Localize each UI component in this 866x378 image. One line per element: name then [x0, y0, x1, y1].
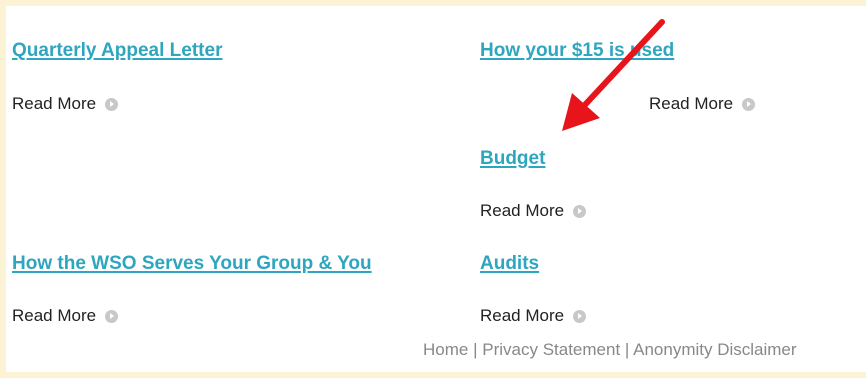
content-panel: Quarterly Appeal Letter Read More How yo… [6, 6, 866, 372]
arrow-right-circle-icon [105, 309, 119, 323]
read-more-quarterly-appeal-letter[interactable]: Read More [12, 94, 119, 114]
read-more-budget[interactable]: Read More [480, 201, 587, 221]
read-more-label: Read More [12, 94, 97, 113]
arrow-right-circle-icon [573, 309, 587, 323]
footer-home-link[interactable]: Home [423, 340, 468, 359]
how-the-wso-serves-link[interactable]: How the WSO Serves Your Group & You [12, 253, 372, 275]
quarterly-appeal-letter-link[interactable]: Quarterly Appeal Letter [12, 40, 222, 62]
budget-link[interactable]: Budget [480, 148, 545, 170]
arrow-right-circle-icon [742, 97, 756, 111]
footer-privacy-link[interactable]: Privacy Statement [482, 340, 620, 359]
read-more-how-your-15-is-used[interactable]: Read More [649, 94, 756, 114]
read-more-label: Read More [480, 201, 565, 220]
read-more-label: Read More [649, 94, 734, 113]
read-more-how-the-wso-serves[interactable]: Read More [12, 306, 119, 326]
read-more-label: Read More [480, 306, 565, 325]
arrow-right-circle-icon [105, 97, 119, 111]
footer-anonymity-link[interactable]: Anonymity Disclaimer [633, 340, 796, 359]
footer-links: Home | Privacy Statement | Anonymity Dis… [423, 340, 797, 360]
audits-link[interactable]: Audits [480, 253, 539, 275]
footer-separator: | [620, 340, 634, 359]
read-more-audits[interactable]: Read More [480, 306, 587, 326]
read-more-label: Read More [12, 306, 97, 325]
footer-separator: | [468, 340, 483, 359]
how-your-15-is-used-link[interactable]: How your $15 is used [480, 40, 674, 62]
arrow-right-circle-icon [573, 204, 587, 218]
page-frame: Quarterly Appeal Letter Read More How yo… [0, 0, 866, 378]
